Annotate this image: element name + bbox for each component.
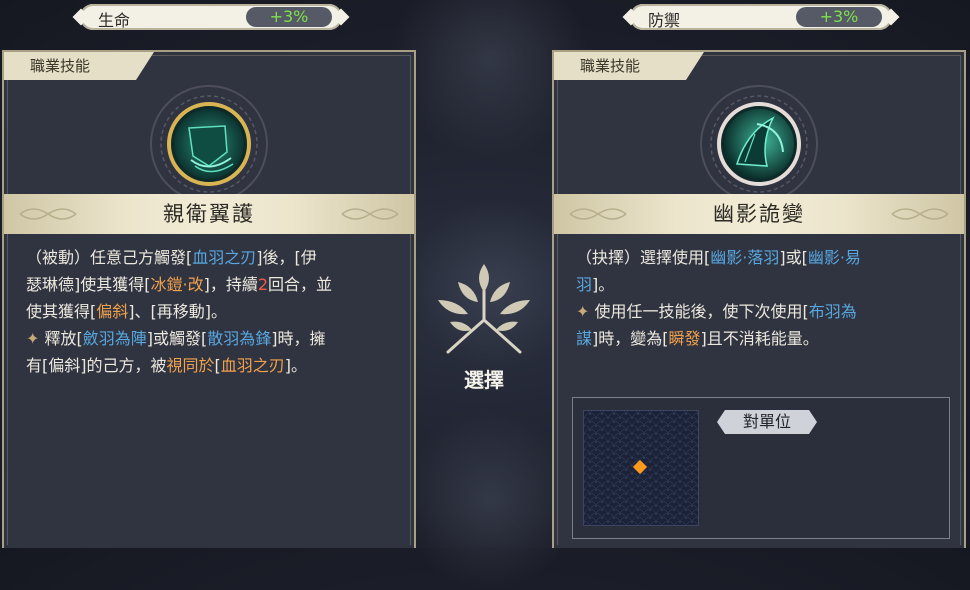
wing-shield-icon (150, 85, 268, 203)
card-tab-label: 職業技能 (4, 52, 154, 80)
stat-hp-label: 生命 (98, 11, 131, 30)
target-marker-icon (632, 459, 648, 475)
banner-ornament-icon (341, 208, 399, 220)
sparkle-icon: ✦ (26, 329, 40, 348)
skill-name-banner: 親衛翼護 (4, 194, 414, 234)
skill-card-left[interactable]: 職業技能 親衛翼護 （被動）任意己方觸發[血羽之刃]後，[伊 瑟琳德]使其獲得[… (2, 50, 416, 548)
keyword[interactable]: 布羽為 (809, 302, 857, 321)
banner-ornament-icon (19, 208, 77, 220)
skill-name-banner: 幽影詭變 (554, 194, 964, 234)
keyword: 視同於 (166, 356, 215, 375)
keyword[interactable]: 血羽之刃 (221, 356, 285, 375)
banner-ornament-icon (891, 208, 949, 220)
keyword[interactable]: 羽 (576, 275, 592, 294)
choose-button[interactable]: 選擇 (428, 256, 540, 396)
keyword[interactable]: 冰鎧·改 (151, 275, 204, 294)
target-range-panel: 對單位 (572, 397, 950, 539)
choose-label: 選擇 (464, 368, 504, 392)
stat-def-value: +3% (796, 7, 882, 27)
skill-name: 親衛翼護 (163, 202, 255, 226)
keyword[interactable]: 斂羽為陣 (83, 329, 147, 348)
banner-ornament-icon (569, 208, 627, 220)
shadow-feather-icon (700, 85, 818, 203)
stat-hp-pill: 生命 +3% (80, 4, 342, 30)
stat-def-pill: 防禦 +3% (630, 4, 892, 30)
card-tab-label: 職業技能 (554, 52, 704, 80)
skill-description: （抉擇）選擇使用[幽影·落羽]或[幽影·易 羽]。 ✦ 使用任一技能後，使下次使… (576, 248, 861, 348)
turn-count: 2 (257, 275, 269, 294)
keyword[interactable]: 幽影·落羽 (710, 248, 779, 267)
keyword[interactable]: 偏斜 (96, 302, 128, 321)
keyword[interactable]: 瞬發 (669, 329, 701, 348)
skill-name: 幽影詭變 (713, 202, 805, 226)
stat-hp-value: +3% (246, 7, 332, 27)
target-type-tag: 對單位 (717, 410, 817, 434)
keyword[interactable]: 謀 (576, 329, 592, 348)
sparkle-icon: ✦ (576, 302, 590, 321)
target-grid-icon (583, 410, 699, 526)
keyword[interactable]: 散羽為鋒 (207, 329, 271, 348)
tree-emblem-icon (438, 264, 530, 354)
keyword[interactable]: 血羽之刃 (192, 248, 256, 267)
stat-def-label: 防禦 (648, 11, 681, 30)
keyword[interactable]: 幽影·易 (808, 248, 861, 267)
skill-description: （被動）任意己方觸發[血羽之刃]後，[伊 瑟琳德]使其獲得[冰鎧·改]，持續2回… (26, 248, 333, 375)
